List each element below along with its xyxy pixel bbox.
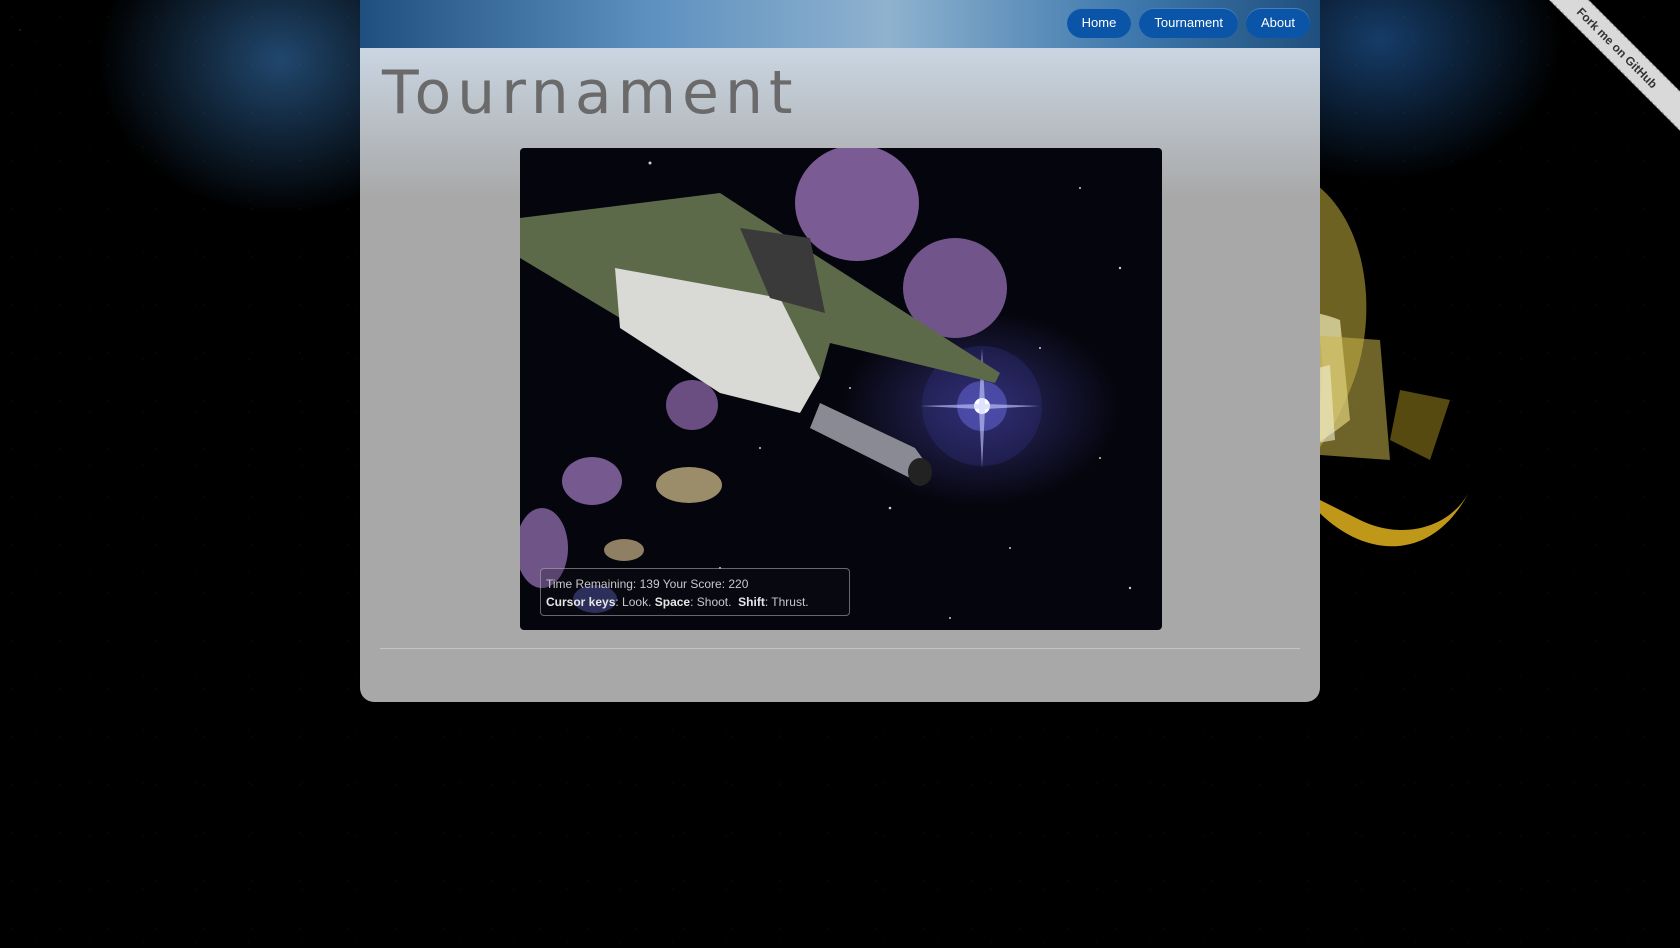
score-label: Your Score: — [662, 577, 726, 591]
score-value: 220 — [728, 577, 749, 591]
control-key-thrust: Shift — [738, 595, 765, 609]
nav-about-button[interactable]: About — [1246, 8, 1310, 38]
nav-tournament-button[interactable]: Tournament — [1139, 8, 1239, 38]
hud-panel: Time Remaining: 139 Your Score: 220 Curs… — [540, 568, 850, 616]
main-nav: Home Tournament About — [1066, 8, 1310, 38]
game-scene — [520, 148, 1132, 619]
main-container: Home Tournament About Tournament Time Re… — [360, 0, 1320, 702]
control-key-shoot: Space — [654, 595, 691, 609]
control-action-look: Look. — [622, 595, 652, 609]
hud-status-line: Time Remaining: 139 Your Score: 220 — [546, 575, 844, 593]
footer-divider — [380, 648, 1300, 649]
control-action-shoot: Shoot. — [696, 595, 732, 609]
control-key-look: Cursor keys — [546, 595, 616, 609]
time-label: Time Remaining: — [546, 577, 637, 591]
time-value: 139 — [639, 577, 660, 591]
game-canvas[interactable]: Time Remaining: 139 Your Score: 220 Curs… — [520, 148, 1162, 630]
github-ribbon: Fork me on GitHub — [1530, 0, 1680, 150]
control-action-thrust: Thrust. — [771, 595, 809, 609]
page-title: Tournament — [382, 58, 799, 128]
nav-home-button[interactable]: Home — [1066, 8, 1132, 38]
fork-on-github-link[interactable]: Fork me on GitHub — [1530, 0, 1680, 140]
hud-controls-line: Cursor keys: Look. Space: Shoot. Shift: … — [546, 595, 809, 609]
